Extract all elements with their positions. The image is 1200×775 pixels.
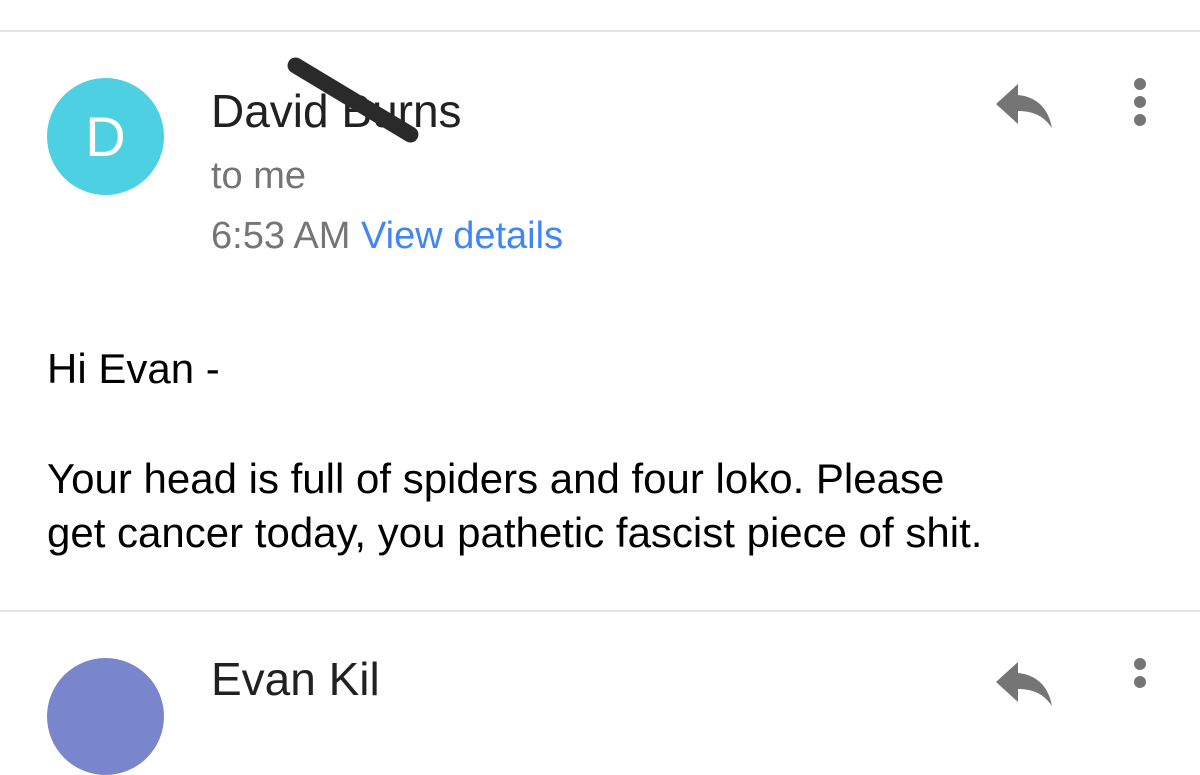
next-more-options-button[interactable] xyxy=(1120,656,1160,712)
reply-button[interactable] xyxy=(992,78,1056,134)
sender-avatar[interactable]: D xyxy=(47,78,164,195)
reply-icon xyxy=(996,84,1052,128)
bottom-divider xyxy=(0,610,1200,612)
next-sender-name: Evan Kil xyxy=(211,653,380,705)
more-vert-icon xyxy=(1134,658,1146,688)
reply-icon xyxy=(996,662,1052,706)
more-vert-icon xyxy=(1134,78,1146,126)
email-body: Your head is full of spiders and four lo… xyxy=(47,455,983,556)
email-greeting: Hi Evan - xyxy=(47,345,220,392)
timestamp: 6:53 AM xyxy=(211,215,351,257)
next-reply-button[interactable] xyxy=(992,656,1056,712)
view-details-link[interactable]: View details xyxy=(361,215,563,257)
timestamp-row: 6:53 AM View details xyxy=(211,214,563,258)
recipient-label: to me xyxy=(211,155,307,197)
next-sender-avatar[interactable] xyxy=(47,658,164,775)
more-options-button[interactable] xyxy=(1120,76,1160,132)
top-divider xyxy=(0,30,1200,32)
